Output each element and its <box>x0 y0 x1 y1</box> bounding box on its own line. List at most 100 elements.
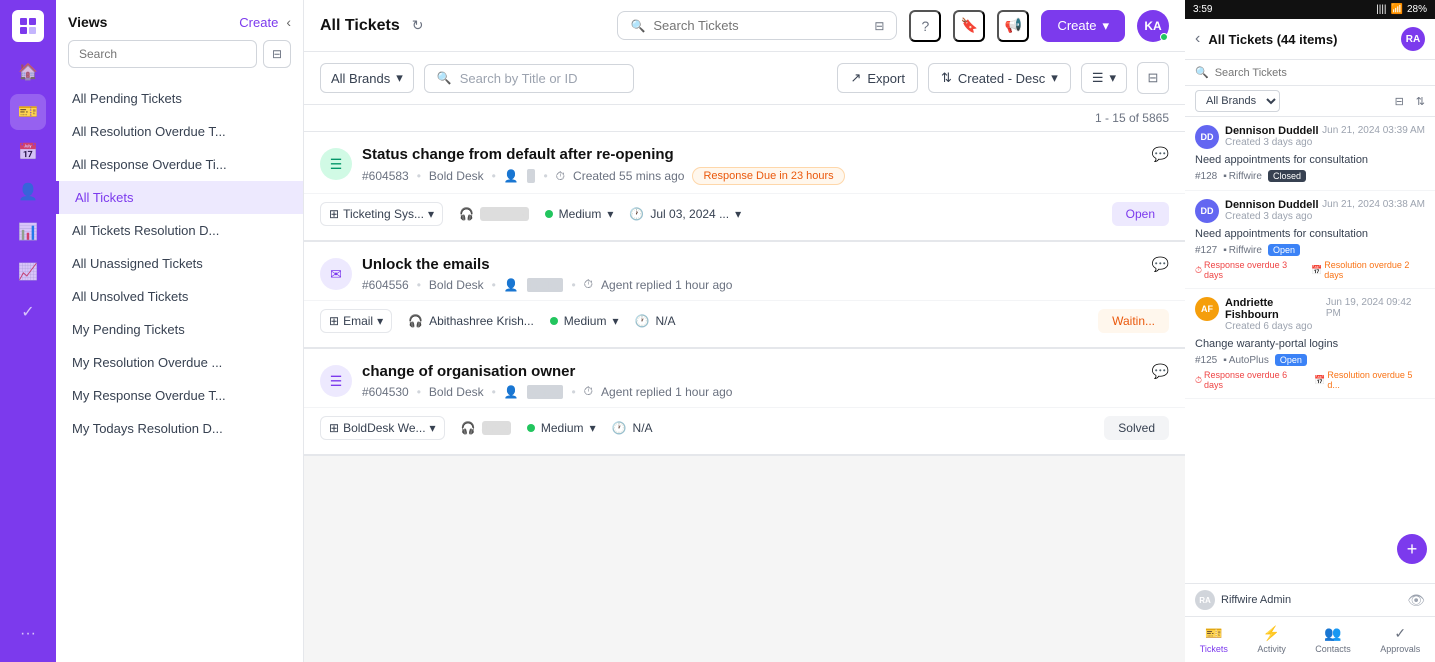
mp-ticket-title[interactable]: Need appointments for consultation <box>1195 228 1425 240</box>
mp-brand-select[interactable]: All Brands <box>1195 90 1280 112</box>
mp-ticket-brand: ▪ Riffwire <box>1223 171 1262 182</box>
export-button[interactable]: ↗ Export <box>837 63 917 93</box>
channel-select[interactable]: ⊞ Email ▾ <box>320 309 392 333</box>
create-button[interactable]: Create ▾ <box>1041 10 1125 42</box>
mp-ticket-top: DD Dennison Duddell Jun 21, 2024 03:39 A… <box>1195 125 1425 150</box>
mp-nav-contacts[interactable]: 👥 Contacts <box>1315 625 1351 654</box>
sidebar-item-resolution-overdue[interactable]: All Resolution Overdue T... <box>56 115 303 148</box>
sidebar-search-input[interactable] <box>68 40 257 68</box>
topnav-search-container: 🔍 ⊟ <box>617 11 897 40</box>
ticket-source: Bold Desk <box>429 278 484 292</box>
ticket-title[interactable]: change of organisation owner <box>362 363 732 380</box>
ticket-search-box[interactable]: 🔍 Search by Title or ID <box>424 64 634 93</box>
sidebar-item-unsolved[interactable]: All Unsolved Tickets <box>56 280 303 313</box>
table-row: ☰ change of organisation owner #604530 •… <box>304 349 1185 456</box>
mp-user-name: Andriette Fishbourn <box>1225 297 1326 321</box>
mp-eye-off-icon[interactable]: 👁 <box>1407 592 1425 609</box>
ticket-status-button[interactable]: Solved <box>1104 416 1169 440</box>
date-chevron-icon: ▾ <box>735 207 741 221</box>
sidebar-item-response-overdue[interactable]: All Response Overdue Ti... <box>56 148 303 181</box>
sidebar-item-all-tickets[interactable]: All Tickets <box>56 181 303 214</box>
nav-more[interactable]: ··· <box>10 616 46 652</box>
notification-button[interactable]: 📢 <box>997 10 1029 42</box>
brand-select[interactable]: All Brands ▾ <box>320 63 414 93</box>
view-toggle[interactable]: ☰ ▾ <box>1081 63 1127 93</box>
mp-add-button[interactable]: + <box>1397 534 1427 564</box>
priority-row[interactable]: Medium ▾ <box>527 421 596 435</box>
mobile-content: ‹ All Tickets (44 items) RA 🔍 All Brands… <box>1185 19 1435 583</box>
mp-filter-icon[interactable]: ⊟ <box>1395 95 1404 108</box>
channel-select[interactable]: ⊞ Ticketing Sys... ▾ <box>320 202 443 226</box>
mp-user-avatar[interactable]: RA <box>1401 27 1425 51</box>
mp-ticket-info: Dennison Duddell Jun 21, 2024 03:38 AM C… <box>1225 199 1425 224</box>
mp-resolution-icon: 📅 <box>1311 265 1322 276</box>
sidebar-item-resolution-d[interactable]: All Tickets Resolution D... <box>56 214 303 247</box>
mp-nav-tickets[interactable]: 🎫 Tickets <box>1200 625 1228 654</box>
channel-chevron-icon: ▾ <box>430 421 436 435</box>
ticket-status-button[interactable]: Open <box>1112 202 1169 226</box>
mp-status-badge: Open <box>1268 244 1300 256</box>
ticket-header-left: ☰ change of organisation owner #604530 •… <box>320 363 732 399</box>
tickets-filter-button[interactable]: ⊟ <box>1137 62 1169 94</box>
sidebar-collapse-icon[interactable]: ‹ <box>286 14 291 30</box>
sidebar-item-my-resolution-overdue[interactable]: My Resolution Overdue ... <box>56 346 303 379</box>
sidebar-item-my-response-overdue[interactable]: My Response Overdue T... <box>56 379 303 412</box>
mp-ticket-title[interactable]: Need appointments for consultation <box>1195 154 1425 166</box>
sidebar-item-pending[interactable]: All Pending Tickets <box>56 82 303 115</box>
create-label: Create <box>1057 18 1096 33</box>
sidebar-filter-button[interactable]: ⊟ <box>263 40 291 68</box>
ticket-status-button[interactable]: Waitin... <box>1098 309 1169 333</box>
mp-contacts-icon: 👥 <box>1324 625 1341 642</box>
message-icon[interactable]: 💬 <box>1152 146 1169 163</box>
sidebar-item-my-todays[interactable]: My Todays Resolution D... <box>56 412 303 445</box>
brand-label: All Brands <box>331 71 390 86</box>
search-filter-icon[interactable]: ⊟ <box>874 19 884 33</box>
sidebar-item-my-pending[interactable]: My Pending Tickets <box>56 313 303 346</box>
refresh-icon[interactable]: ↻ <box>412 17 424 34</box>
mp-search-input[interactable] <box>1215 67 1425 79</box>
nav-home[interactable]: 🏠 <box>10 54 46 90</box>
count-bar: 1 - 15 of 5865 <box>304 105 1185 132</box>
sidebar-item-unassigned[interactable]: All Unassigned Tickets <box>56 247 303 280</box>
channel-chevron-icon: ▾ <box>377 314 383 328</box>
table-row: ✉ Unlock the emails #604556 • Bold Desk … <box>304 242 1185 349</box>
channel-select[interactable]: ⊞ BoldDesk We... ▾ <box>320 416 445 440</box>
nav-reports[interactable]: 📊 <box>10 214 46 250</box>
bookmark-button[interactable]: 🔖 <box>953 10 985 42</box>
mp-nav-approvals[interactable]: ✓ Approvals <box>1380 625 1420 654</box>
ticket-number: #604556 <box>362 278 409 292</box>
user-avatar[interactable]: KA <box>1137 10 1169 42</box>
ticket-source: Bold Desk <box>429 169 484 183</box>
help-button[interactable]: ? <box>909 10 941 42</box>
ticket-title[interactable]: Status change from default after re-open… <box>362 146 845 163</box>
mp-nav-contacts-label: Contacts <box>1315 644 1351 654</box>
message-icon[interactable]: 💬 <box>1152 363 1169 380</box>
message-icon[interactable]: 💬 <box>1152 256 1169 273</box>
ticket-info: Status change from default after re-open… <box>362 146 845 185</box>
priority-row[interactable]: Medium ▾ <box>545 207 614 221</box>
ticket-time: Agent replied 1 hour ago <box>601 385 732 399</box>
ticket-title[interactable]: Unlock the emails <box>362 256 732 273</box>
date-row: 🕐 Jul 03, 2024 ... ▾ <box>629 207 741 221</box>
mp-name-date-row: Dennison Duddell Jun 21, 2024 03:39 AM <box>1225 125 1425 137</box>
mp-sort-icon[interactable]: ⇅ <box>1416 95 1425 108</box>
mp-ticket-date: Jun 21, 2024 03:38 AM <box>1322 199 1425 211</box>
ticket-source: Bold Desk <box>429 385 484 399</box>
create-view-link[interactable]: Create <box>239 15 278 30</box>
nav-calendar[interactable]: 📅 <box>10 134 46 170</box>
nav-tickets[interactable]: 🎫 <box>10 94 46 130</box>
list-view-icon: ☰ <box>1092 70 1104 86</box>
priority-row[interactable]: Medium ▾ <box>550 314 619 328</box>
nav-analytics[interactable]: 📈 <box>10 254 46 290</box>
mp-ticket-id: #127 <box>1195 245 1217 256</box>
sort-select[interactable]: ⇅ Created - Desc ▾ <box>928 63 1071 93</box>
mp-ticket-brand: ▪ AutoPlus <box>1223 355 1269 366</box>
ticket-agent: Abithashree Krish... <box>429 314 534 328</box>
mp-resolution-icon: 📅 <box>1314 375 1325 386</box>
mp-back-icon[interactable]: ‹ <box>1195 30 1200 48</box>
nav-check[interactable]: ✓ <box>10 294 46 330</box>
mp-ticket-title[interactable]: Change waranty-portal logins <box>1195 338 1425 350</box>
topnav-search-input[interactable] <box>653 18 866 33</box>
mp-nav-activity[interactable]: ⚡ Activity <box>1257 625 1286 654</box>
nav-contacts[interactable]: 👤 <box>10 174 46 210</box>
